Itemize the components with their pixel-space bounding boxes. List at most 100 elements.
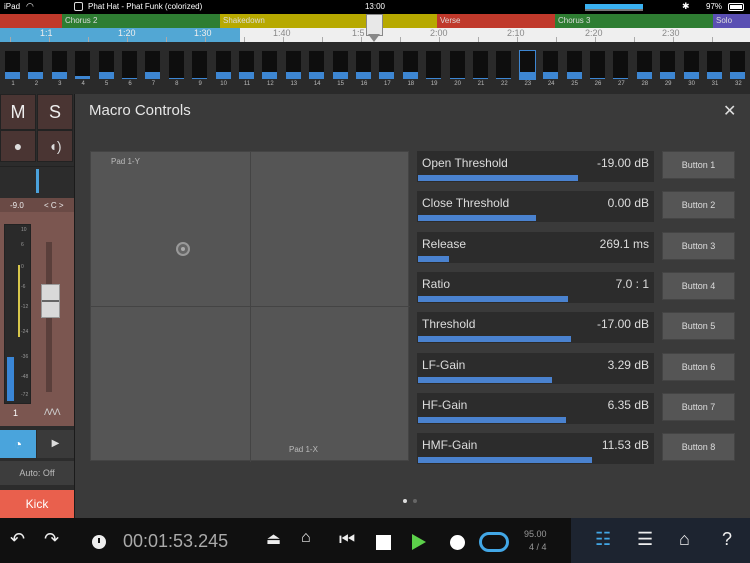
expand-icon[interactable]: ▶ (37, 430, 74, 458)
marker-4[interactable]: Verse (437, 14, 555, 28)
pad-4[interactable] (75, 51, 91, 79)
pad-16[interactable] (356, 51, 371, 79)
marker-1[interactable] (0, 14, 62, 28)
loop-icon[interactable] (479, 532, 509, 552)
pad-12[interactable] (262, 51, 278, 79)
monitor-button[interactable]: ◖) (37, 130, 73, 162)
pad-15[interactable] (332, 51, 348, 79)
record-icon[interactable] (450, 535, 465, 550)
macro-button-1[interactable]: Button 1 (662, 151, 735, 179)
fader-area: 10 6 0 -6 -12 -24 -36 -48 -72 1 ᐱᐱᐱ (0, 212, 74, 426)
pad-2[interactable] (28, 51, 44, 79)
pad-20[interactable] (449, 51, 465, 79)
volume-fader[interactable] (41, 284, 60, 318)
mixer-icon[interactable]: ☷ (595, 529, 611, 550)
marker-3[interactable]: Shakedown (220, 14, 437, 28)
ruler-tick-label: 1:1 (40, 28, 53, 38)
pad-24[interactable] (543, 51, 559, 79)
record-arm-button[interactable]: ● (0, 130, 36, 162)
pad-30[interactable] (683, 51, 699, 79)
mute-button[interactable]: M (0, 94, 36, 130)
macro-param-slider[interactable]: HF-Gain 6.35 dB (417, 392, 654, 424)
play-icon[interactable] (412, 534, 426, 550)
pad-23[interactable] (518, 50, 536, 80)
channel-name[interactable]: Kick (0, 490, 74, 518)
pad-6[interactable] (122, 51, 137, 79)
help-icon[interactable]: ? (722, 529, 732, 550)
param-name: Release (422, 236, 467, 251)
rewind-icon[interactable]: ⏮ (339, 529, 355, 550)
macro-button-8[interactable]: Button 8 (662, 433, 735, 462)
solo-button[interactable]: S (37, 94, 73, 130)
pad-number: 32 (735, 81, 742, 87)
xy-pad-cursor[interactable] (176, 242, 190, 256)
pad-32[interactable] (730, 51, 746, 79)
precount-icon[interactable]: ⌂ (301, 529, 311, 547)
macro-button-5[interactable]: Button 5 (662, 312, 735, 341)
macro-button-6[interactable]: Button 6 (662, 352, 735, 381)
marker-2[interactable]: Chorus 2 (62, 14, 220, 28)
macro-param-slider[interactable]: HMF-Gain 11.53 dB (417, 433, 654, 465)
macro-button-4[interactable]: Button 4 (662, 271, 735, 300)
pan-value[interactable]: < C > (44, 201, 64, 210)
macro-param-slider[interactable]: Release 269.1 ms (417, 231, 654, 263)
pad-level (262, 72, 278, 79)
macro-param-slider[interactable]: LF-Gain 3.29 dB (417, 352, 654, 384)
pad-9[interactable] (192, 51, 208, 79)
pad-18[interactable] (402, 51, 418, 79)
tempo-display[interactable]: 95.00 4 / 4 (524, 528, 547, 554)
pad-number: 10 (220, 81, 227, 87)
pad-28[interactable] (636, 51, 652, 79)
marker-6[interactable]: Solo (713, 14, 750, 28)
pad-8[interactable] (168, 51, 184, 79)
pad-strip: 1 2 3 4 5 6 7 8 9 10 11 12 13 14 15 16 17 18 19 20 21 22 23 24 2… (0, 42, 750, 94)
undo-icon[interactable]: ↶ (10, 529, 25, 550)
edit-icon[interactable]: ◔ (0, 430, 36, 458)
send-slot[interactable] (0, 166, 74, 196)
macro-param-slider[interactable]: Open Threshold -19.00 dB (417, 151, 654, 182)
xy-pad[interactable]: Pad 1-Y Pad 1-X (90, 151, 410, 462)
app-root: iPad ◠ Phat Hat - Phat Funk (colorized) … (0, 0, 750, 563)
redo-icon[interactable]: ↷ (44, 529, 59, 550)
pad-22[interactable] (496, 51, 512, 79)
close-icon[interactable]: ✕ (723, 101, 736, 121)
pad-21[interactable] (473, 51, 488, 79)
pad-level (402, 72, 418, 79)
transport-time[interactable]: 00:01:53.245 (123, 531, 228, 552)
pad-10[interactable] (215, 51, 231, 79)
clock-icon[interactable] (92, 535, 106, 549)
pad-3[interactable] (51, 51, 67, 79)
pad-14[interactable] (309, 51, 325, 79)
pad-25[interactable] (566, 51, 582, 79)
pad-19[interactable] (426, 51, 442, 79)
macro-button-7[interactable]: Button 7 (662, 392, 735, 421)
page-indicator[interactable] (403, 490, 423, 508)
pad-1[interactable] (5, 51, 20, 79)
home-icon[interactable]: ⌂ (679, 529, 690, 550)
playhead[interactable] (366, 14, 383, 42)
automation-mode[interactable]: Auto: Off (0, 461, 74, 485)
macro-button-3[interactable]: Button 3 (662, 231, 735, 260)
metronome-icon[interactable]: ⏏ (266, 529, 281, 549)
pad-27[interactable] (613, 51, 629, 79)
pad-7[interactable] (145, 51, 161, 79)
marker-5[interactable]: Chorus 3 (555, 14, 713, 28)
pads-view-icon[interactable]: ☰ (637, 529, 653, 550)
pad-29[interactable] (660, 51, 676, 79)
macro-param-slider[interactable]: Close Threshold 0.00 dB (417, 191, 654, 223)
pad-5[interactable] (98, 51, 114, 79)
stop-icon[interactable] (376, 535, 391, 550)
macro-param-slider[interactable]: Ratio 7.0 : 1 (417, 271, 654, 303)
pad-17[interactable] (379, 51, 395, 79)
pad-number: 23 (524, 81, 532, 87)
macro-param-slider[interactable]: Threshold -17.00 dB (417, 312, 654, 344)
pad-13[interactable] (285, 51, 301, 79)
pad-31[interactable] (707, 51, 722, 79)
pad-level (332, 72, 348, 79)
param-level-bar (418, 175, 578, 181)
param-level-bar (418, 215, 536, 222)
pad-11[interactable] (239, 51, 254, 79)
pad-26[interactable] (590, 51, 605, 79)
meter-scale-label: -48 (21, 374, 29, 380)
macro-button-2[interactable]: Button 2 (662, 191, 735, 220)
